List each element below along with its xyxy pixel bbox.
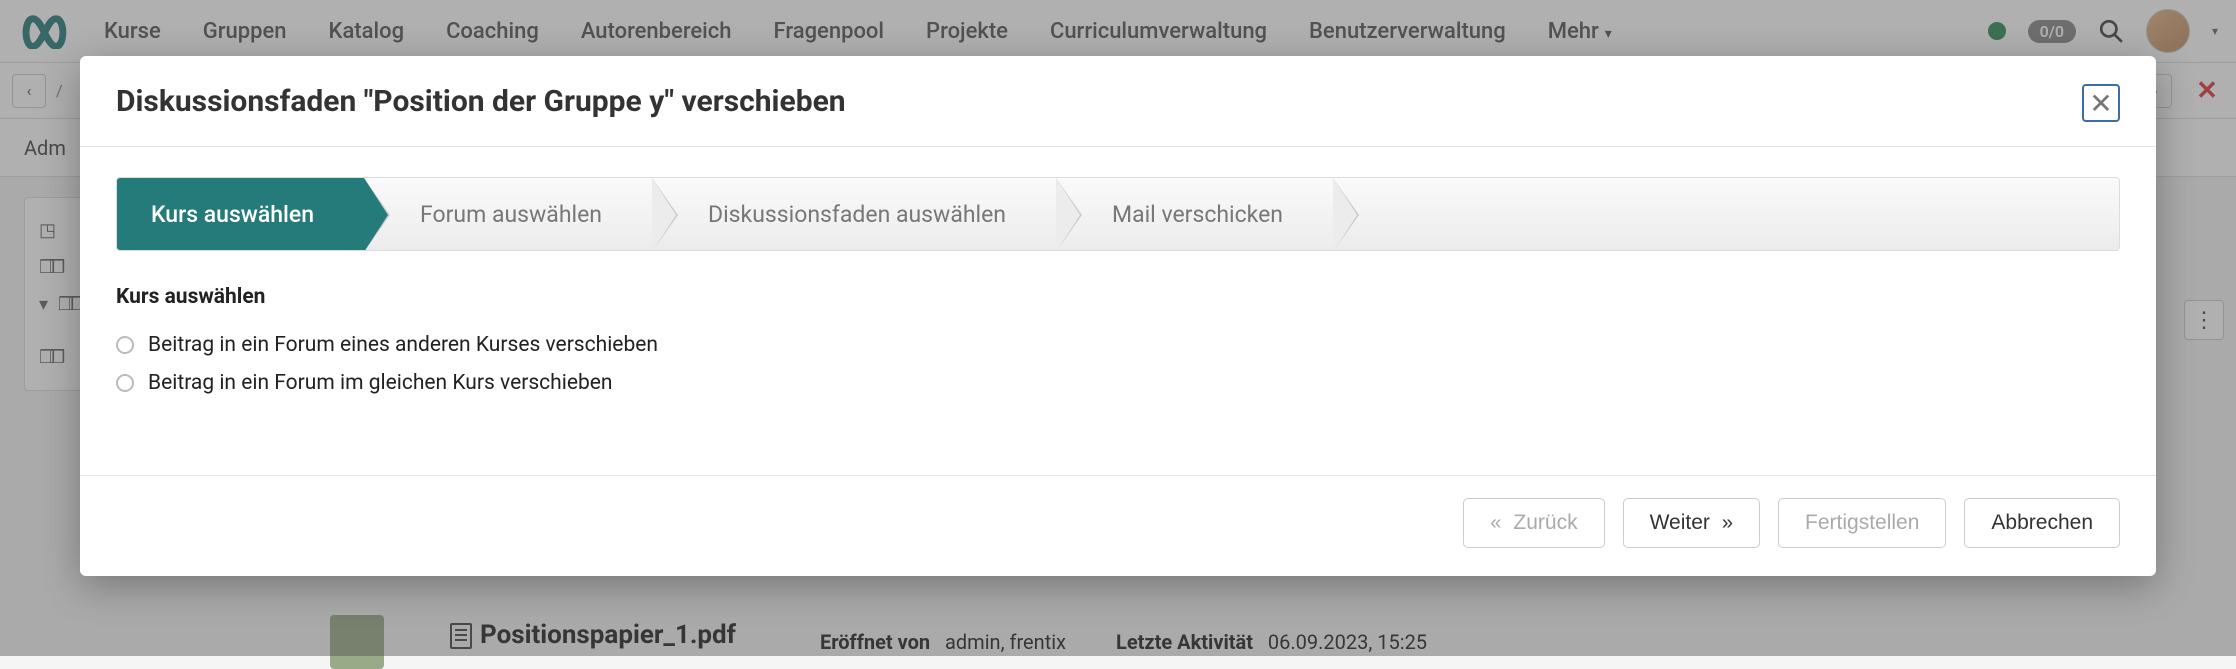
- next-button[interactable]: Weiter: [1623, 498, 1760, 548]
- radio-same-course[interactable]: Beitrag in ein Forum im gleichen Kurs ve…: [116, 371, 2120, 395]
- modal-footer: Zurück Weiter Fertigstellen Abbrechen: [80, 475, 2156, 576]
- finish-button[interactable]: Fertigstellen: [1778, 498, 1946, 548]
- wizard-tail: [1333, 178, 2119, 250]
- section-heading: Kurs auswählen: [116, 285, 2120, 309]
- wizard-step-1[interactable]: Kurs auswählen: [117, 178, 364, 250]
- radio-label: Beitrag in ein Forum im gleichen Kurs ve…: [148, 371, 612, 395]
- radio-icon: [116, 374, 134, 392]
- radio-group: Beitrag in ein Forum eines anderen Kurse…: [116, 333, 2120, 395]
- wizard-step-2[interactable]: Forum auswählen: [364, 178, 652, 250]
- close-icon: ✕: [2089, 87, 2112, 120]
- radio-icon: [116, 336, 134, 354]
- chevron-left-icon: [1490, 511, 1501, 535]
- move-thread-modal: Diskussionsfaden "Position der Gruppe y"…: [80, 56, 2156, 576]
- modal-header: Diskussionsfaden "Position der Gruppe y"…: [80, 56, 2156, 146]
- modal-close-button[interactable]: ✕: [2082, 84, 2120, 122]
- radio-label: Beitrag in ein Forum eines anderen Kurse…: [148, 333, 658, 357]
- modal-title: Diskussionsfaden "Position der Gruppe y"…: [116, 84, 846, 119]
- wizard-steps: Kurs auswählen Forum auswählen Diskussio…: [116, 177, 2120, 251]
- wizard-step-3[interactable]: Diskussionsfaden auswählen: [652, 178, 1056, 250]
- modal-body: Kurs auswählen Forum auswählen Diskussio…: [80, 147, 2156, 405]
- radio-other-course[interactable]: Beitrag in ein Forum eines anderen Kurse…: [116, 333, 2120, 357]
- back-button[interactable]: Zurück: [1463, 498, 1604, 548]
- wizard-step-4[interactable]: Mail verschicken: [1056, 178, 1333, 250]
- cancel-button[interactable]: Abbrechen: [1964, 498, 2120, 548]
- chevron-right-icon: [1722, 511, 1733, 535]
